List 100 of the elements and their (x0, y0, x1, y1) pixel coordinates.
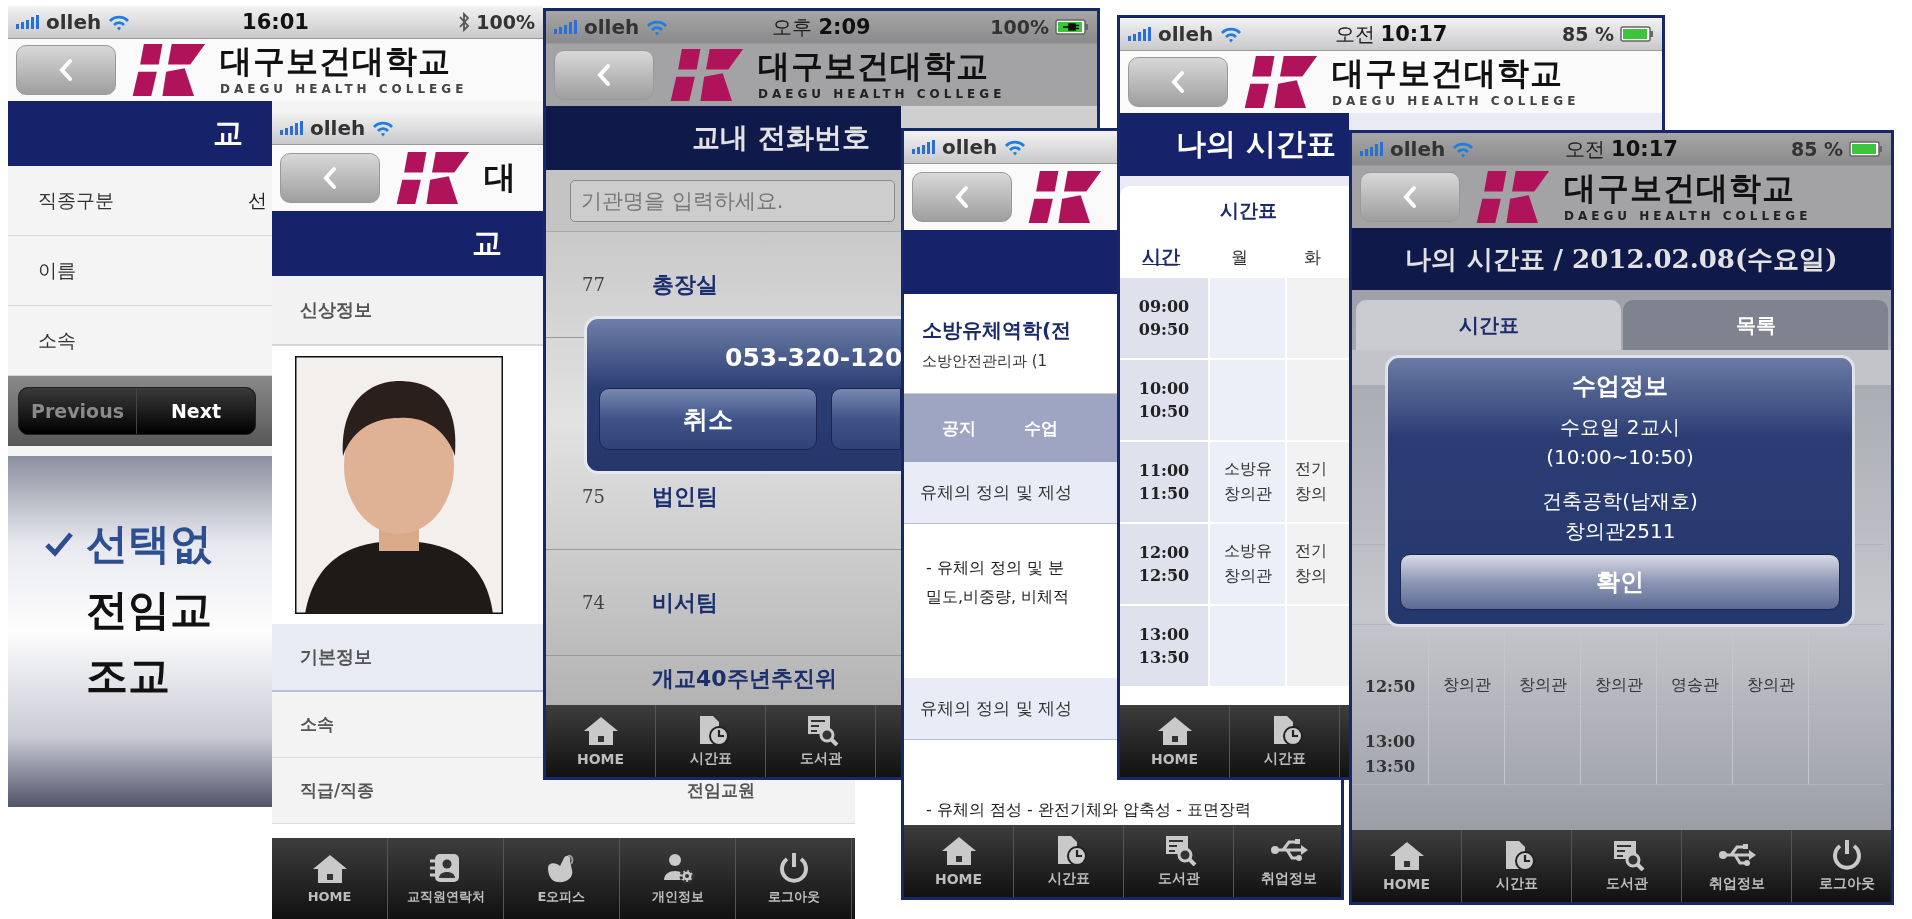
dialog-text: 건축공학(남재호) (1542, 488, 1698, 515)
back-button[interactable] (554, 50, 654, 100)
page-title: 나의 시간표 / 2012.02.08(수요일) (1405, 242, 1838, 276)
field-value: 선 (247, 187, 267, 213)
time-cell: 13:00 13:50 (1352, 705, 1428, 785)
tab-bar-item[interactable]: 시간표 (1014, 825, 1124, 897)
chevron-left-icon (1171, 70, 1185, 94)
tab-bar-item[interactable]: 시간표 (656, 705, 766, 777)
entry-number: 74 (582, 592, 605, 613)
dialog-button[interactable] (831, 388, 901, 450)
search-field[interactable]: 기관명을 입력하세요. (570, 179, 895, 222)
department-name: 총장실 (652, 270, 718, 299)
logo-icon (1242, 56, 1318, 108)
college-name: 대구보건대학교 (1564, 170, 1796, 207)
field-value: 전임교원 (687, 779, 755, 802)
field-label: 직급/직종 (300, 779, 375, 802)
tab-bar-item[interactable]: 개인정보 (620, 838, 736, 919)
clock-period: 오전 (1565, 135, 1606, 163)
timetable-cell[interactable] (1287, 278, 1349, 358)
wifi-icon (371, 119, 396, 137)
tab-bar-item[interactable]: 도서관 (1572, 830, 1682, 902)
department-name: 개교40주년추진위 (652, 665, 837, 693)
back-button[interactable] (1128, 57, 1228, 107)
tab[interactable]: 시간표 (1356, 300, 1621, 350)
section-header: 기본정보 (272, 624, 543, 692)
dialog-button[interactable]: 취소 (599, 388, 817, 450)
tab-bar-item[interactable]: 로그아웃 (1792, 830, 1891, 902)
timetable-cell[interactable] (1287, 606, 1349, 686)
back-button[interactable] (16, 45, 116, 95)
department-name: 법인팀 (652, 482, 718, 511)
carrier-name: olleh (942, 135, 998, 159)
tab-bar-item[interactable]: 도서관 (766, 705, 876, 777)
picker-option[interactable]: 조교 (86, 648, 170, 704)
tab-bar-item[interactable]: 취업정보 (1234, 825, 1341, 897)
college-name-english: DAEGU HEALTH COLLEGE (1332, 94, 1580, 109)
timetable-cell[interactable] (1428, 705, 1504, 785)
entry-number: 77 (582, 274, 605, 295)
logo-icon (668, 49, 744, 101)
page-title: 교 (471, 224, 502, 262)
logo-icon (1026, 171, 1102, 223)
time-cell: 10:00 10:50 (1120, 360, 1208, 440)
toolbar-button[interactable]: Next (137, 388, 255, 434)
tab[interactable]: 시간표 (1120, 186, 1345, 236)
clock-time: 10:17 (1380, 21, 1448, 46)
timetable-cell[interactable] (1504, 705, 1580, 785)
timetable-cell[interactable]: 전기 창의 (1287, 442, 1349, 522)
tab-bar-item[interactable]: HOME (1120, 705, 1230, 777)
tab-bar-item[interactable]: 로그아웃 (736, 838, 852, 919)
timetable-cell[interactable] (1580, 705, 1656, 785)
back-button[interactable] (280, 153, 380, 203)
battery-percent: 100% (990, 16, 1049, 38)
tab-bar-item[interactable]: HOME (272, 838, 388, 919)
college-name: 대 (484, 160, 517, 196)
signal-icon (16, 15, 40, 29)
list-row[interactable]: 개교40주년추진위 (546, 656, 901, 702)
timetable-cell[interactable] (1656, 705, 1732, 785)
tab-bar-item[interactable]: 시간표 (1230, 705, 1340, 777)
tab[interactable]: 목록 (1623, 300, 1888, 350)
column-header: 화 (1302, 245, 1322, 269)
picker-wheel[interactable]: 선택없 전임교 조교 (8, 456, 272, 807)
tab-bar-item[interactable]: HOME (546, 705, 656, 777)
tab-bar-item[interactable]: 취업정보 (1682, 830, 1792, 902)
topic-text: - 유체의 정의 및 분 (926, 558, 1065, 579)
field-label: 소속 (37, 327, 77, 353)
signal-icon (554, 20, 578, 34)
timetable-cell[interactable]: 전기 창의 (1287, 524, 1349, 604)
wifi-icon (1219, 25, 1244, 43)
time-cell: 11:00 11:50 (1120, 442, 1208, 522)
signal-icon (1360, 142, 1384, 156)
picker-option[interactable]: 선택없 (86, 516, 212, 572)
topic-text: 밀도,비중량, 비체적 (926, 587, 1070, 608)
back-button[interactable] (912, 172, 1012, 222)
back-button[interactable] (1360, 172, 1460, 222)
phone-number: 053-320-120 (724, 343, 901, 372)
time-cell: 13:00 13:50 (1120, 606, 1208, 686)
field-label: 이름 (37, 257, 77, 283)
dialog-text: (10:00~10:50) (1546, 444, 1694, 471)
carrier-name: olleh (310, 116, 366, 140)
timetable-cell[interactable] (1287, 360, 1349, 440)
tab-bar-item[interactable]: 교직원연락처 (388, 838, 504, 919)
logo-icon (1474, 171, 1550, 223)
picker-option[interactable]: 전임교 (86, 582, 212, 638)
tab-bar-item[interactable]: E오피스 (504, 838, 620, 919)
field-label: 직종구분 (37, 187, 115, 213)
carrier-name: olleh (46, 10, 102, 34)
course-title: 소방유체역학(전 (922, 316, 1072, 344)
tab-bar-item[interactable]: 도서관 (1124, 825, 1234, 897)
timetable-cell[interactable] (1732, 705, 1808, 785)
dialog-title: 수업정보 (1572, 371, 1668, 402)
chevron-left-icon (955, 185, 969, 209)
chevron-left-icon (323, 166, 337, 190)
tab-bar-item[interactable]: HOME (904, 825, 1014, 897)
timetable-cell[interactable] (1808, 705, 1884, 785)
carrier-name: olleh (1158, 22, 1214, 46)
timetable-cell[interactable]: 소방유 창의관 (1210, 442, 1285, 522)
college-name: 대구보건대학교 (220, 43, 452, 80)
tab-bar-item[interactable]: HOME (1352, 830, 1462, 902)
course-subtitle: 소방안전관리과 (1 (922, 351, 1048, 371)
timetable-cell[interactable]: 소방유 창의관 (1210, 524, 1285, 604)
tab-bar-item[interactable]: 시간표 (1462, 830, 1572, 902)
